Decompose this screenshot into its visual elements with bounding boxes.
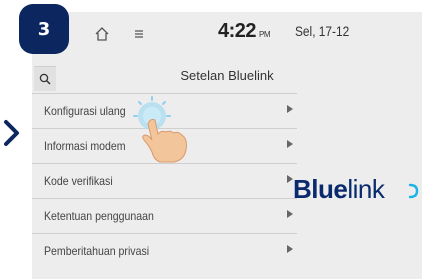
list-item-privacy-notice[interactable]: Pemberitahuan privasi	[32, 233, 297, 268]
list-item-verification-code[interactable]: Kode verifikasi	[32, 163, 297, 198]
list-item-label: Ketentuan penggunaan	[44, 209, 154, 223]
chevron-right-icon	[287, 210, 293, 218]
home-icon[interactable]	[94, 26, 110, 42]
clock-time: 4:22	[218, 20, 257, 42]
clock: 4:22 PM	[218, 20, 271, 43]
list-item-label: Kode verifikasi	[44, 174, 113, 188]
list-item-label: Informasi modem	[44, 139, 126, 153]
status-bar: 4:22 PM Sel, 17-12	[32, 12, 422, 56]
chevron-right-icon	[287, 105, 293, 113]
menu-icon[interactable]	[132, 26, 146, 42]
page-title: Setelan Bluelink	[180, 68, 274, 83]
list-item-terms-of-use[interactable]: Ketentuan penggunaan	[32, 198, 297, 233]
bluelink-signal-icon	[408, 183, 419, 199]
logo-part-blue: Blue	[293, 174, 348, 204]
logo-part-link: link	[347, 174, 385, 204]
list-item-label: Pemberitahuan privasi	[44, 244, 150, 258]
clock-ampm: PM	[259, 30, 271, 39]
tap-gesture-icon	[133, 96, 187, 163]
bluelink-logo: Bluelink	[293, 174, 385, 205]
date-label: Sel, 17-12	[295, 23, 350, 39]
step-badge: 3	[19, 4, 69, 54]
list-item-label: Konfigurasi ulang	[44, 104, 126, 118]
chevron-right-icon	[287, 245, 293, 253]
head-unit-screen: 4:22 PM Sel, 17-12 Setelan Bluelink Konfi…	[32, 12, 422, 279]
left-arrow-icon	[4, 120, 19, 146]
chevron-right-icon	[287, 140, 293, 148]
